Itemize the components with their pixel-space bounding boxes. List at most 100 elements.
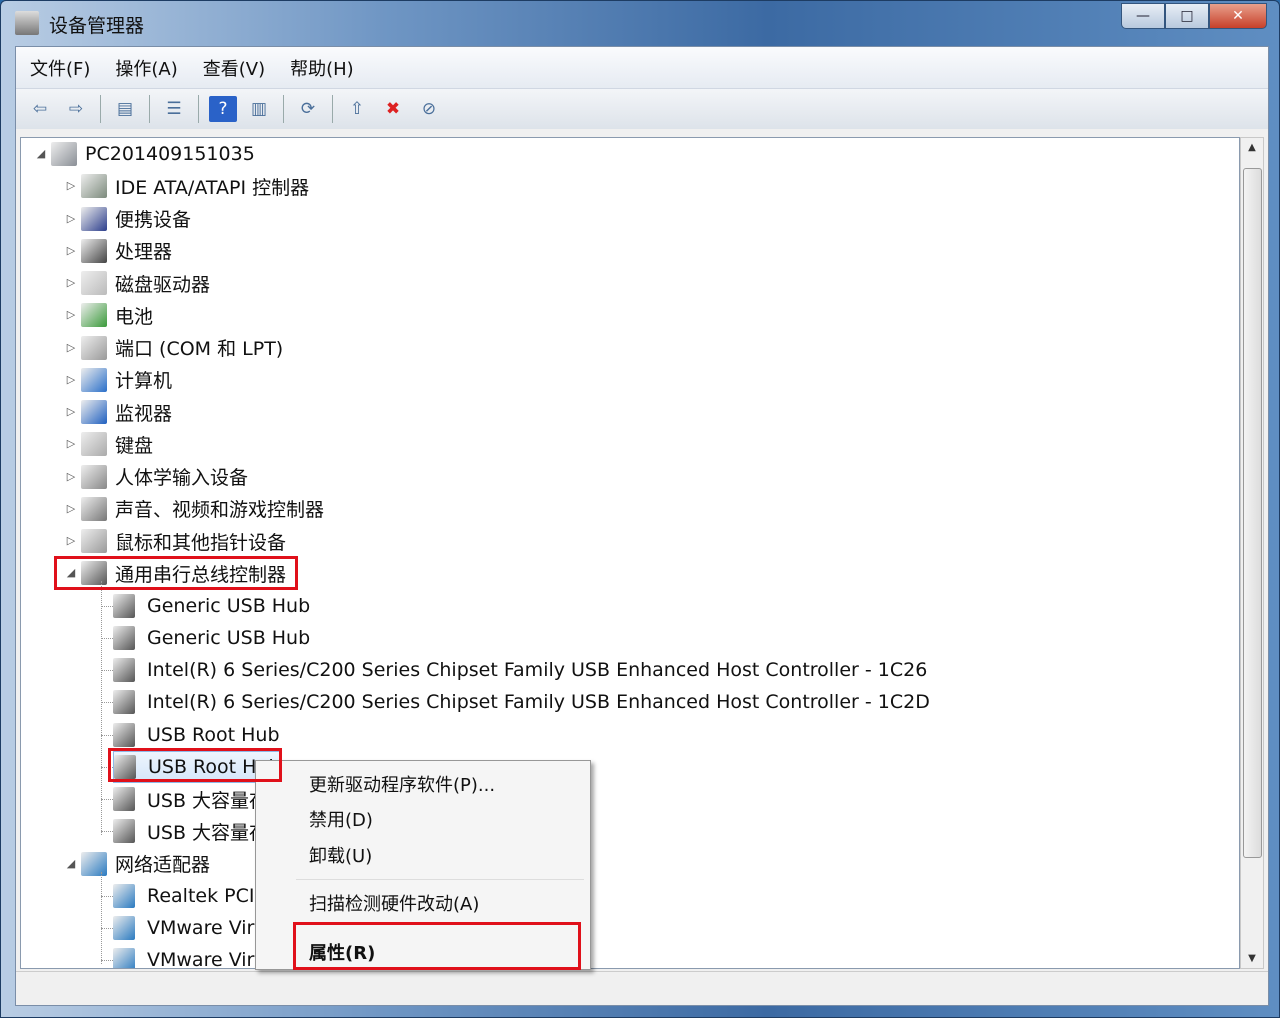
scan-hardware-button[interactable]: ⟳ [294,96,322,122]
tree-item-label: USB Root Hub [147,723,280,746]
uninstall-button[interactable]: ✖ [379,96,407,122]
expander-collapsed-icon[interactable]: ▷ [65,373,77,386]
tree-item[interactable]: Generic USB Hub [113,590,310,622]
network-adapter-icon [113,883,135,908]
monitor-icon [81,400,107,424]
menu-item[interactable]: 文件(F) [30,55,90,81]
vertical-scrollbar[interactable]: ▲ ▼ [1240,137,1264,969]
tree-item[interactable]: 便携设备 [81,203,191,235]
tree-item-label: 鼠标和其他指针设备 [115,531,287,554]
tree-connector [101,702,113,704]
expander-collapsed-icon[interactable]: ▷ [65,179,77,192]
disk-drive-icon [81,271,107,295]
expander-expanded-icon[interactable]: ◢ [65,857,77,870]
toolbar: ⇦ ⇨ ▤ ☰? ▥ ⟳ ⇧ ✖ ⊘ [16,89,1268,129]
window-title: 设备管理器 [49,15,145,37]
forward-arrow-button[interactable]: ⇨ [62,96,90,122]
scroll-up-icon[interactable]: ▲ [1241,142,1263,153]
device-tree[interactable]: ◢ PC201409151035 ▷ IDE ATA/ATAPI 控制器 ▷ 便携设备 ▷ 处… [20,137,1240,969]
scroll-down-icon[interactable]: ▼ [1241,953,1263,964]
back-arrow-button[interactable]: ⇦ [26,96,54,122]
toolbar-separator [283,95,284,123]
menu-item[interactable]: 帮助(H) [290,55,354,81]
menu-item[interactable]: 查看(V) [203,55,265,81]
highlight-box [293,922,581,970]
expander-expanded-icon[interactable]: ◢ [35,147,47,160]
expander-collapsed-icon[interactable]: ▷ [65,244,77,257]
highlight-box [108,748,282,782]
tree-connector [101,605,113,607]
expander-collapsed-icon[interactable]: ▷ [65,308,77,321]
tree-item[interactable]: 电池 [81,299,153,331]
tree-item-label: 声音、视频和游戏控制器 [115,499,325,522]
tree-item[interactable]: Intel(R) 6 Series/C200 Series Chipset Fa… [113,686,930,718]
context-menu-item[interactable]: 禁用(D) [309,806,373,832]
expander-collapsed-icon[interactable]: ▷ [65,534,77,547]
usb-icon [113,690,135,715]
help-button[interactable]: ? [209,96,237,122]
expander-collapsed-icon[interactable]: ▷ [65,405,77,418]
tree-item[interactable]: 键盘 [81,428,153,460]
tree-item-label: Generic USB Hub [147,594,311,617]
disable-device-button[interactable]: ⊘ [415,96,443,122]
scroll-thumb[interactable] [1243,168,1262,858]
tree-item[interactable]: Intel(R) 6 Series/C200 Series Chipset Fa… [113,654,927,686]
tree-item[interactable]: 端口 (COM 和 LPT) [81,332,283,364]
maximize-button[interactable]: □ [1165,3,1209,29]
tree-connector [101,928,113,929]
expander-collapsed-icon[interactable]: ▷ [65,276,77,289]
expander-collapsed-icon[interactable]: ▷ [65,437,77,450]
tree-connector [101,581,102,836]
usb-icon [113,819,135,844]
console-tree-button[interactable]: ▤ [111,96,139,122]
tree-item[interactable]: USB Root Hub [113,719,280,751]
client-area: 文件(F) 操作(A) 查看(V) 帮助(H) ⇦ ⇨ ▤ ☰? ▥ ⟳ ⇧ ✖ ⊘ ◢ PC20140… [15,46,1269,1006]
toolbar-separator [332,95,333,123]
keyboard-icon [81,432,107,457]
expander-collapsed-icon[interactable]: ▷ [65,502,77,515]
tree-connector [101,871,102,965]
tree-item[interactable]: 监视器 [81,396,172,428]
back-arrow-icon: ⇦ [32,99,48,119]
disable-device-icon: ⊘ [421,99,437,119]
action-pane-icon: ▥ [250,99,268,119]
console-tree-icon: ▤ [116,99,134,119]
tree-item[interactable]: Generic USB Hub [113,622,310,654]
tree-item[interactable]: 计算机 [81,364,172,396]
tree-item-label: Intel(R) 6 Series/C200 Series Chipset Fa… [147,659,928,681]
action-pane-button[interactable]: ▥ [245,96,273,122]
port-icon [81,335,107,360]
properties-button[interactable]: ☰ [160,96,188,122]
close-button[interactable]: ✕ [1209,3,1267,29]
tree-item-label: 电池 [115,305,154,328]
highlight-box [54,556,298,590]
tree-item[interactable]: IDE ATA/ATAPI 控制器 [81,170,309,202]
menu-item[interactable]: 操作(A) [115,55,177,81]
ide-controller-icon [81,174,107,199]
tree-item-label: PC201409151035 [85,143,255,165]
tree-item-label: 计算机 [115,370,173,393]
tree-item[interactable]: PC201409151035 [51,138,255,170]
tree-item[interactable]: 鼠标和其他指针设备 [81,525,286,557]
tree-item-label: 网络适配器 [115,854,211,876]
context-menu-item[interactable]: 卸载(U) [309,842,372,868]
tree-item[interactable]: 人体学输入设备 [81,461,248,493]
context-menu-item[interactable]: 更新驱动程序软件(P)... [309,771,495,797]
expander-collapsed-icon[interactable]: ▷ [65,470,77,483]
mouse-icon [81,529,107,553]
tree-item[interactable]: 处理器 [81,235,172,267]
expander-collapsed-icon[interactable]: ▷ [65,341,77,354]
tree-item-label: 端口 (COM 和 LPT) [115,338,284,360]
speaker-icon [81,496,107,521]
tree-item-label: 监视器 [115,402,173,425]
update-driver-icon: ⇧ [349,99,365,119]
context-menu-item[interactable]: 扫描检测硬件改动(A) [309,890,479,916]
tree-item-label: 人体学输入设备 [115,467,249,489]
network-adapter-icon [81,851,107,876]
tree-item[interactable]: 声音、视频和游戏控制器 [81,493,324,525]
update-driver-button[interactable]: ⇧ [343,96,371,122]
tree-item[interactable]: 磁盘驱动器 [81,267,210,299]
expander-collapsed-icon[interactable]: ▷ [65,212,77,225]
minimize-button[interactable]: — [1121,3,1165,29]
usb-icon [113,593,135,618]
